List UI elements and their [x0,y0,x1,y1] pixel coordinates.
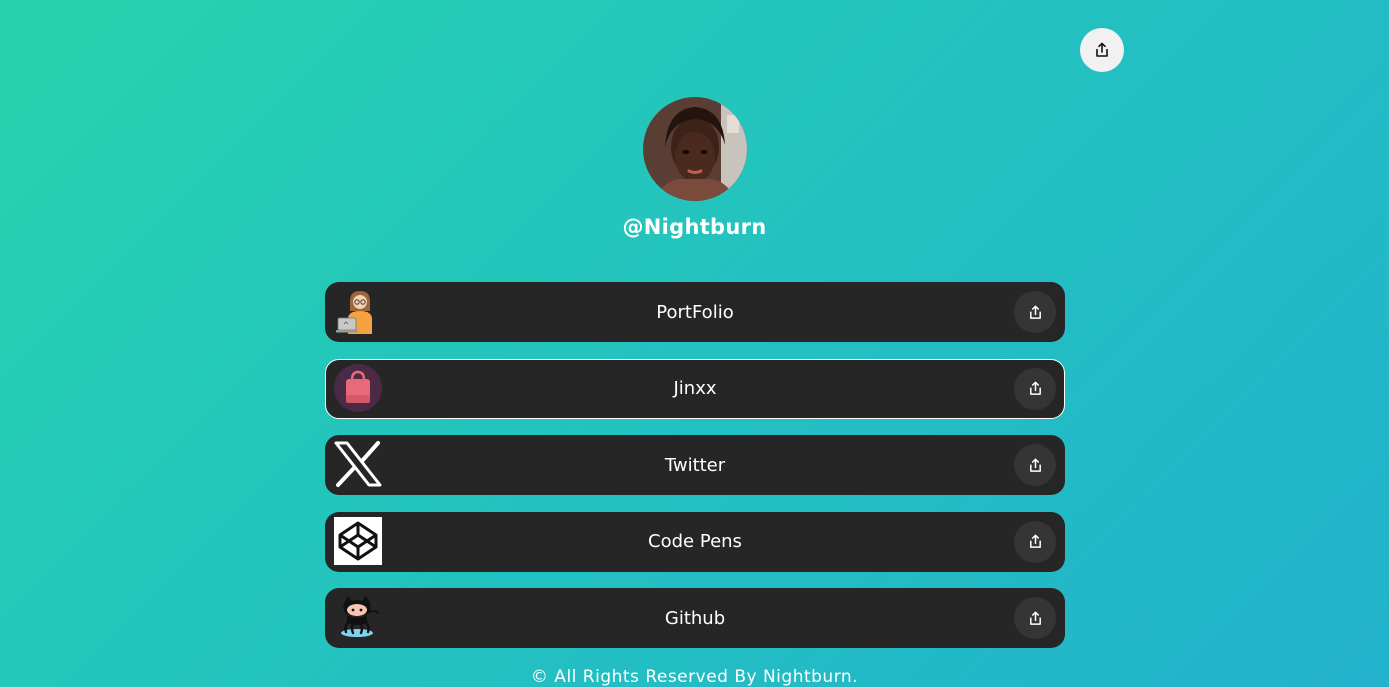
profile-photo [643,97,747,201]
share-icon [1096,42,1108,57]
share-icon [1029,534,1041,548]
link-card-portfolio[interactable]: PortFolio [325,282,1065,342]
link-share-button[interactable] [1014,291,1056,333]
share-icon [1029,305,1041,319]
page-share-button[interactable] [1080,28,1124,72]
link-label: Github [664,607,726,629]
link-label: Code Pens [648,531,742,552]
link-label: Jinxx [673,378,717,399]
link-share-button[interactable] [1014,597,1056,639]
link-card-twitter[interactable]: Twitter [325,435,1065,495]
share-icon [1029,611,1041,625]
link-label: PortFolio [656,301,734,323]
link-card-github[interactable]: Github [325,588,1065,648]
link-card-jinxx[interactable]: Jinxx [325,358,1065,419]
profile-username: @Nightburn [622,215,767,239]
footer-copyright: © All Rights Reserved By Nightburn. [530,667,859,687]
links-list: PortFolio Jinxx Twitter Code Pens Github [325,282,1065,665]
share-icon [1029,381,1041,395]
link-share-button[interactable] [1014,520,1056,563]
link-share-button[interactable] [1014,367,1056,410]
link-card-codepen[interactable]: Code Pens [325,511,1065,572]
avatar [643,97,747,201]
link-label: Twitter [664,454,726,476]
share-icon [1029,458,1041,472]
link-share-button[interactable] [1014,444,1056,486]
